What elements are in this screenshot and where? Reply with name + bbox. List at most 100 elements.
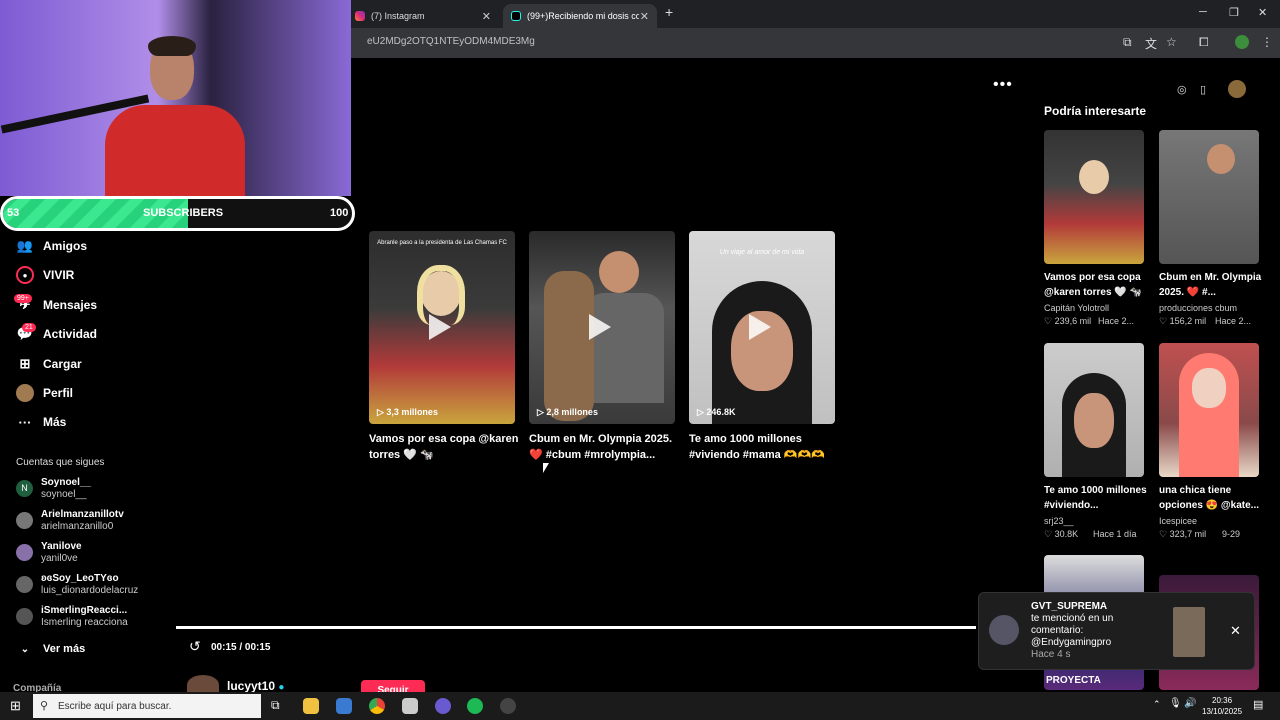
sidebar-item-mas[interactable]: ··· Más — [16, 413, 67, 431]
following-label: Cuentas que sigues — [16, 457, 105, 468]
video-title[interactable]: Te amo 1000 millones #viviendo #mama 🫶🫶🫶 — [689, 431, 839, 463]
thumbnail-label: PROYECTA — [1046, 675, 1101, 686]
menu-kebab-icon[interactable]: ⋮ — [1261, 35, 1273, 49]
streamer-hair — [148, 36, 196, 56]
obs-icon[interactable] — [500, 698, 516, 714]
close-tab-icon[interactable]: ✕ — [640, 10, 649, 23]
recommend-title[interactable]: una chica tiene opciones 😍 @kate... — [1159, 483, 1263, 513]
video-card[interactable]: Abranle paso a la presidenta de Las Cham… — [369, 231, 515, 424]
discord-icon[interactable] — [435, 698, 451, 714]
avatar — [16, 544, 33, 561]
recommend-title[interactable]: Vamos por esa copa @karen torres 🤍 🐄 — [1044, 270, 1148, 300]
thumbnail-face — [1074, 393, 1114, 448]
sidebar-item-label: Más — [43, 415, 67, 429]
following-item[interactable]: Arielmanzanillotv arielmanzanillo0 — [16, 509, 124, 533]
close-tab-icon[interactable]: ✕ — [482, 10, 491, 23]
see-more-label: Ver más — [43, 643, 86, 655]
microphone-icon[interactable]: 🎙 — [1169, 698, 1182, 709]
see-more-button[interactable]: ⌄ Ver más — [16, 640, 85, 658]
file-explorer-icon[interactable] — [303, 698, 319, 714]
tab-label: (7) Instagram — [371, 11, 425, 21]
recommend-thumbnail[interactable] — [1159, 130, 1259, 264]
recommend-time: 9-29 — [1222, 529, 1241, 539]
restore-icon[interactable]: ❐ — [1229, 6, 1239, 19]
sidebar-item-label: Amigos — [43, 239, 88, 253]
taskbar-search[interactable]: Escribe aquí para buscar. — [33, 694, 261, 718]
streamer-shirt — [105, 105, 245, 196]
following-item[interactable]: iSmerlingReacci... Ismerling reacciona — [16, 605, 128, 629]
mouse-cursor — [543, 463, 549, 473]
bookmark-star-icon[interactable]: ☆ — [1166, 35, 1177, 49]
spotify-icon[interactable] — [467, 698, 483, 714]
video-username[interactable]: lucyyt10 ● — [227, 679, 284, 693]
recommend-thumbnail[interactable] — [1044, 343, 1144, 477]
notification-toast[interactable]: GVT_SUPREMA te mencionó en un comentario… — [978, 592, 1255, 670]
app-icon[interactable] — [402, 698, 418, 714]
recommend-thumbnail[interactable] — [1044, 130, 1144, 264]
video-thumbnail-hair — [544, 271, 594, 421]
video-card[interactable]: Un viaje al amor de mi vida ▷ 246.8K — [689, 231, 835, 424]
following-item[interactable]: N Soynoel__ soynoel__ — [16, 477, 91, 501]
volume-icon[interactable]: 🔊 — [1184, 698, 1196, 709]
sidebar-item-amigos[interactable]: 👥 Amigos — [16, 237, 87, 255]
phone-icon[interactable]: ▯ — [1200, 83, 1206, 96]
notification-body: GVT_SUPREMA te mencionó en un comentario… — [1031, 601, 1113, 661]
recommend-title[interactable]: Te amo 1000 millones #viviendo... — [1044, 483, 1148, 513]
video-title[interactable]: Vamos por esa copa @karen torres 🤍 🐄 — [369, 431, 519, 463]
chrome-icon[interactable] — [369, 698, 385, 714]
recommend-heading: Podría interesarte — [1044, 104, 1147, 118]
replay-icon[interactable]: ↺ — [189, 638, 201, 655]
avatar — [16, 576, 33, 593]
notification-thumbnail — [1173, 607, 1205, 657]
explore-icon[interactable]: ◎ — [1177, 83, 1187, 96]
sidebar-item-vivir[interactable]: ● VIVIR — [16, 266, 74, 284]
webcam-overlay — [0, 0, 351, 196]
video-card[interactable]: ▷ 2,8 millones — [529, 231, 675, 424]
video-overlay-text: Un viaje al amor de mi vida — [719, 249, 805, 256]
tab-instagram[interactable]: (7) Instagram ✕ — [347, 4, 499, 28]
extensions-icon[interactable]: ⧠ — [1199, 35, 1209, 50]
tab-tiktok[interactable]: (99+)Recibiendo mi dosis con l ✕ — [503, 4, 657, 28]
new-tab-icon[interactable]: + — [665, 4, 673, 20]
sidebar-item-perfil[interactable]: Perfil — [16, 384, 73, 402]
video-progress-bar[interactable] — [176, 626, 976, 629]
upload-icon: ⊞ — [19, 356, 31, 371]
following-name: iSmerlingReacci... — [41, 605, 128, 616]
sub-current: 53 — [7, 207, 20, 219]
close-icon[interactable]: ✕ — [1230, 623, 1241, 639]
close-window-icon[interactable]: ✕ — [1258, 6, 1267, 19]
recommend-author[interactable]: Capitán Yolotroll — [1044, 303, 1109, 313]
recommend-author[interactable]: Icespicee — [1159, 516, 1197, 526]
more-options-icon[interactable]: ••• — [993, 76, 1013, 94]
recommend-author[interactable]: srj23__ — [1044, 516, 1074, 526]
tray-chevron-icon[interactable]: ⌃ — [1153, 699, 1161, 710]
recommend-author[interactable]: producciones cbum — [1159, 303, 1237, 313]
sidebar-item-cargar[interactable]: ⊞ Cargar — [16, 355, 82, 373]
sidebar-item-label: Perfil — [43, 386, 74, 400]
windows-start-icon[interactable]: ⊞ — [10, 698, 21, 714]
translate-icon[interactable]: 文 — [1145, 35, 1157, 52]
following-handle: luis_dionardodelacruz — [41, 585, 139, 596]
url-text[interactable]: eU2MDg2OTQ1NTEyODM4MDE3Mg — [367, 36, 535, 47]
recommend-likes: ♡ 156,2 mil — [1159, 316, 1207, 326]
live-icon: ● — [16, 266, 34, 284]
following-handle: soynoel__ — [41, 489, 87, 500]
notification-text: @Endygamingpro — [1031, 637, 1112, 648]
recommend-title[interactable]: Cbum en Mr. Olympia 2025. ❤️ #... — [1159, 270, 1263, 300]
cast-icon[interactable]: ⧉ — [1123, 35, 1132, 50]
video-title[interactable]: Cbum en Mr. Olympia 2025. ❤️ #cbum #mrol… — [529, 431, 679, 463]
task-view-icon[interactable]: ⧉ — [271, 698, 280, 713]
store-icon[interactable] — [336, 698, 352, 714]
profile-avatar-icon[interactable] — [1235, 35, 1249, 49]
minimize-icon[interactable]: ─ — [1199, 6, 1207, 18]
instagram-icon — [355, 11, 365, 21]
recommend-thumbnail[interactable] — [1159, 343, 1259, 477]
avatar — [16, 512, 33, 529]
notification-center-icon[interactable]: ▤ — [1253, 698, 1263, 711]
following-item[interactable]: ʚɞSoy_LeoTYɞo luis_dionardodelacruz — [16, 573, 138, 597]
play-icon — [429, 314, 451, 340]
recommend-likes: ♡ 323,7 mil — [1159, 529, 1207, 539]
following-item[interactable]: Yanilove yanil0ve — [16, 541, 82, 565]
user-avatar[interactable] — [1228, 80, 1246, 98]
taskbar-clock[interactable]: 20:36 13/10/2025 — [1202, 695, 1242, 717]
